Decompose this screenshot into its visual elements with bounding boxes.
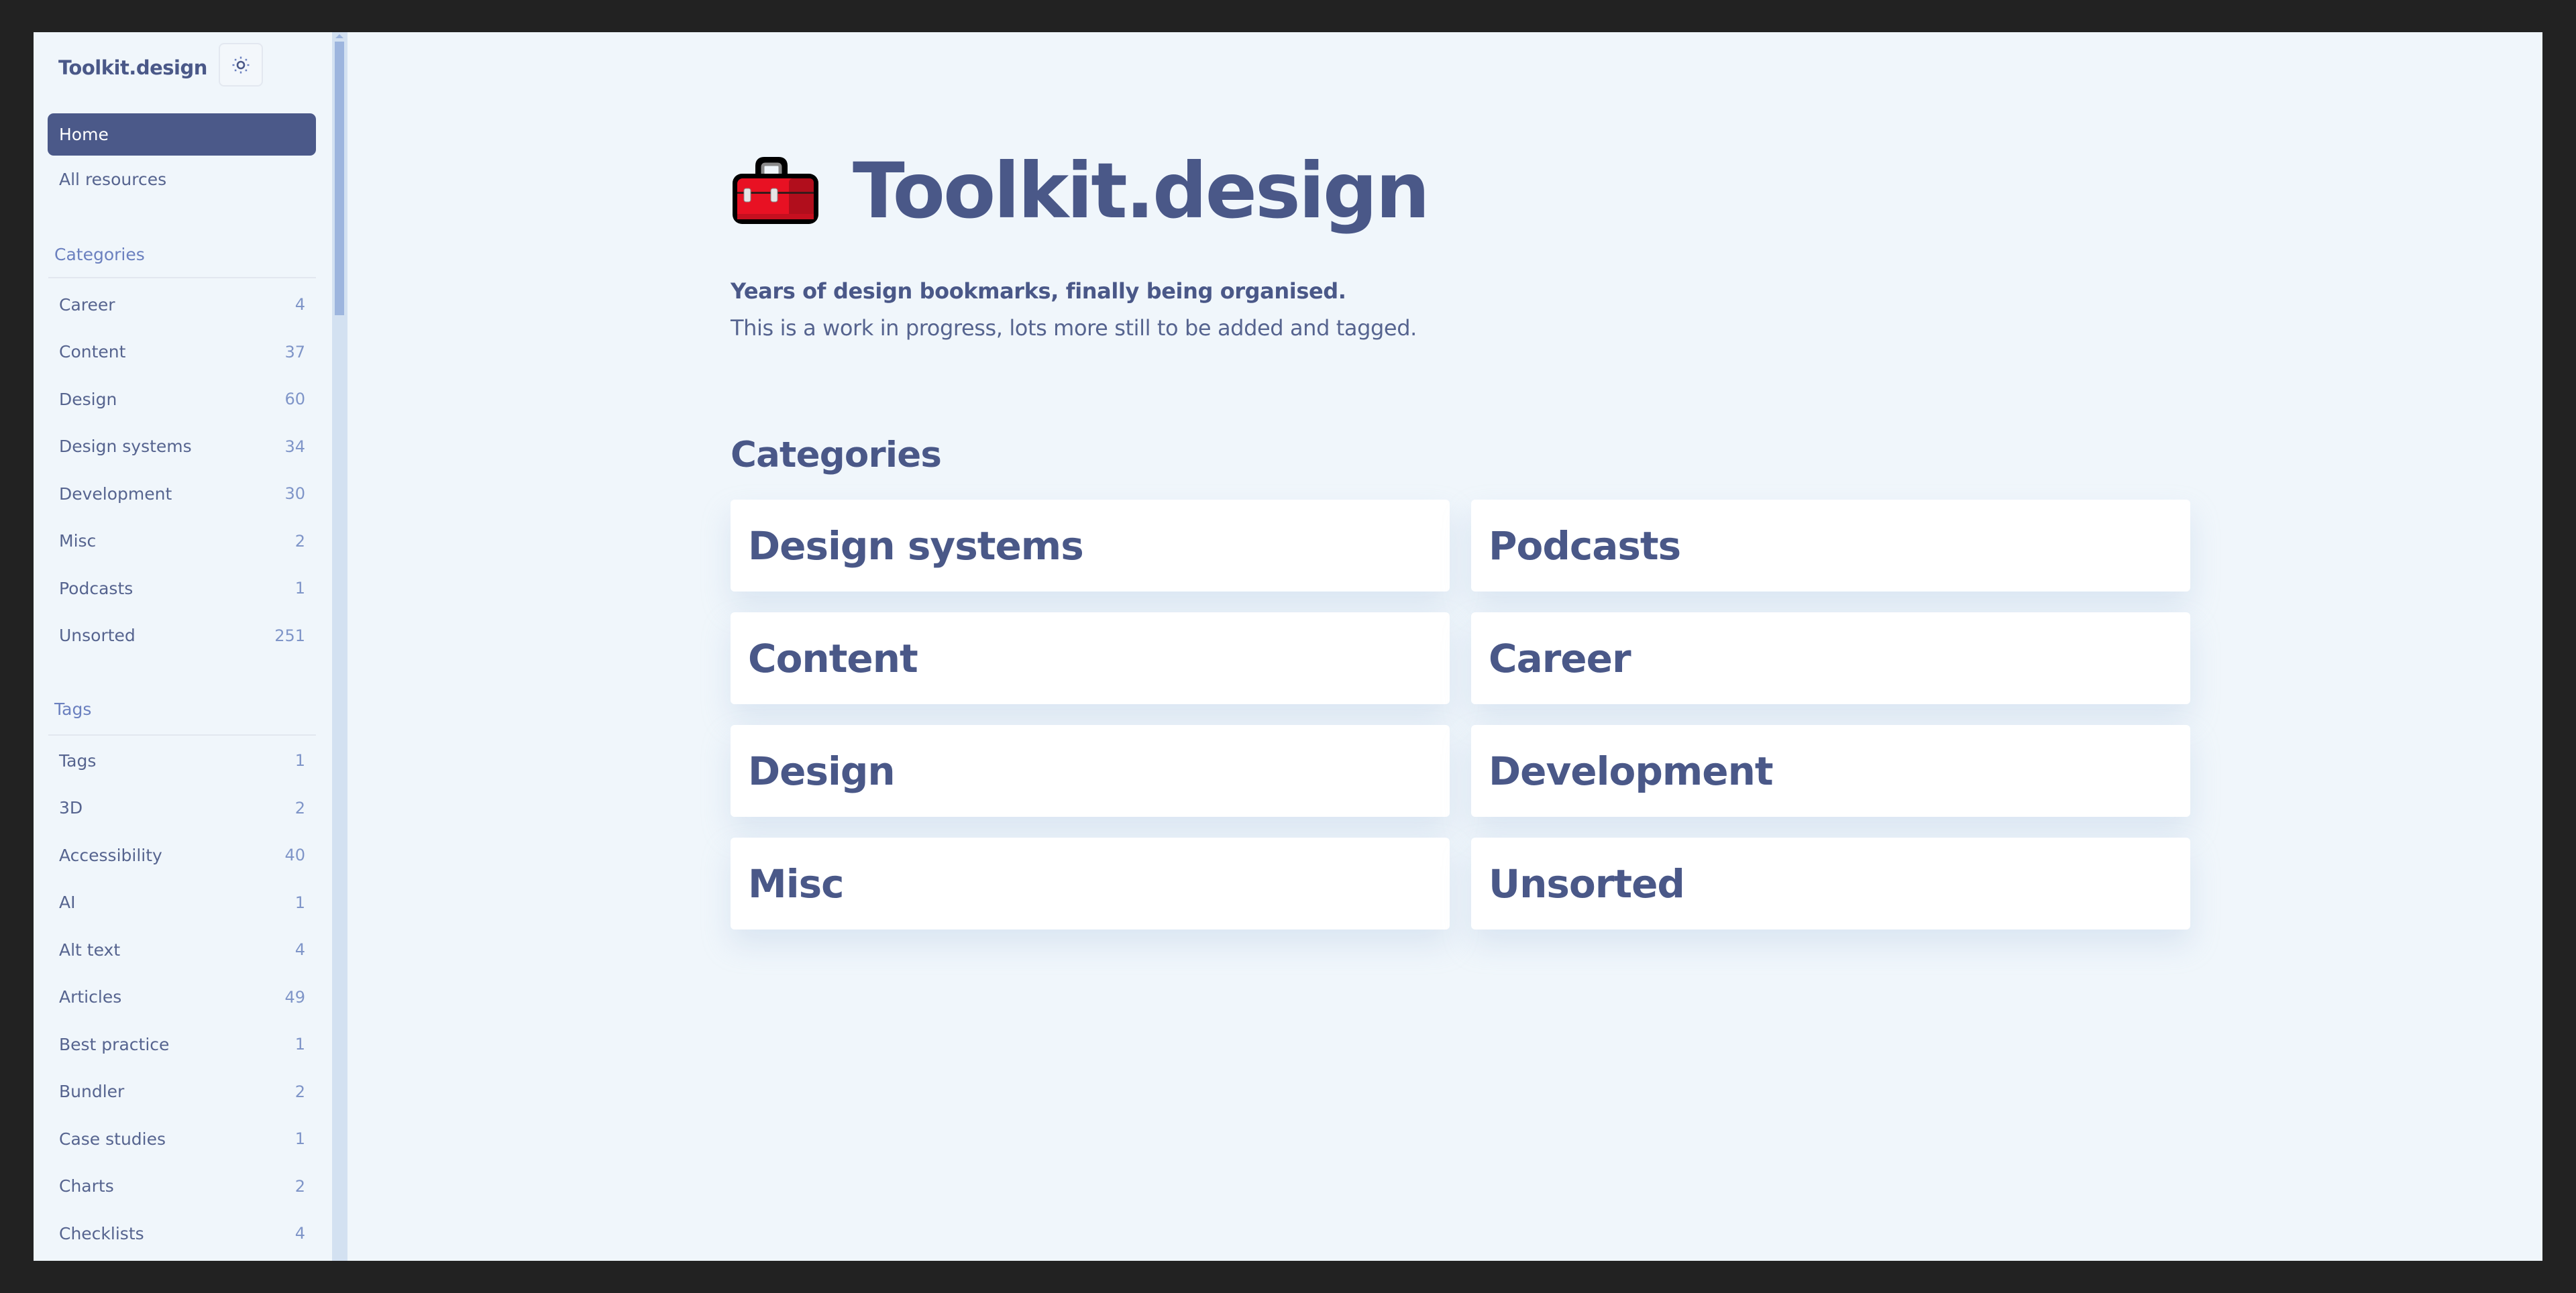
sidebar-category-item[interactable]: Content 37: [48, 329, 316, 376]
toolbox-icon: [733, 157, 818, 224]
sidebar-category-label: Podcasts: [59, 578, 133, 598]
category-list: Career 4 Content 37 Design 60 Design systems 34…: [48, 281, 316, 659]
category-card[interactable]: Podcasts: [1471, 500, 2190, 592]
sidebar-category-label: Design: [59, 389, 117, 409]
page-title: Toolkit.design: [853, 146, 1430, 235]
sidebar-tag-label: Tags: [59, 750, 97, 771]
sidebar-tag-label: Charts: [59, 1176, 114, 1196]
sidebar-category-label: Misc: [59, 531, 97, 551]
tag-list: Tags 1 3D 2 Accessibility 40 AI 1 Alt text 4 Artic…: [48, 737, 316, 1257]
nav-home[interactable]: Home: [48, 113, 316, 156]
sun-icon: [232, 56, 250, 73]
sidebar-tag-item[interactable]: Tags 1: [48, 737, 316, 785]
sidebar: Toolkit.design Home All resources Catego…: [34, 32, 332, 1261]
sidebar-tag-item[interactable]: Checklists 4: [48, 1210, 316, 1257]
sidebar-tag-count: 1: [294, 1035, 305, 1054]
sidebar-tag-item[interactable]: Accessibility 40: [48, 832, 316, 879]
sidebar-category-item[interactable]: Design 60: [48, 376, 316, 423]
section-divider: [48, 277, 316, 278]
sidebar-category-count: 37: [284, 342, 305, 361]
category-card-title: Content: [748, 635, 918, 681]
sidebar-category-item[interactable]: Unsorted 251: [48, 612, 316, 660]
category-card[interactable]: Content: [731, 612, 1450, 704]
category-card-title: Design: [748, 748, 896, 794]
category-card-grid: Design systems Podcasts Content Career Desig…: [731, 500, 2190, 930]
sidebar-tag-label: Alt text: [59, 940, 121, 960]
category-card[interactable]: Unsorted: [1471, 838, 2190, 930]
tagline: This is a work in progress, lots more st…: [731, 315, 1417, 341]
hero: Toolkit.design: [731, 146, 1430, 235]
sidebar-tag-item[interactable]: 3D 2: [48, 785, 316, 832]
sidebar-tag-count: 1: [294, 893, 305, 912]
sidebar-tag-label: Accessibility: [59, 845, 162, 865]
sidebar-category-label: Unsorted: [59, 626, 136, 646]
sidebar-tag-count: 2: [294, 798, 305, 818]
sidebar-category-label: Development: [59, 484, 172, 504]
sidebar-tag-label: AI: [59, 893, 76, 913]
category-card-title: Misc: [748, 860, 845, 907]
category-card-title: Development: [1489, 748, 1774, 794]
nav-all-resources[interactable]: All resources: [48, 160, 316, 200]
main-content: Toolkit.design Years of design bookmarks…: [347, 32, 2542, 1261]
sidebar-category-item[interactable]: Career 4: [48, 281, 316, 329]
sidebar-category-count: 251: [274, 626, 305, 645]
category-card[interactable]: Development: [1471, 725, 2190, 817]
sidebar-tag-count: 1: [294, 1129, 305, 1149]
sidebar-category-item[interactable]: Design systems 34: [48, 423, 316, 471]
sidebar-category-label: Design systems: [59, 437, 192, 457]
sidebar-category-count: 60: [284, 390, 305, 409]
sidebar-tag-count: 4: [294, 1224, 305, 1243]
sidebar-tag-item[interactable]: Case studies 1: [48, 1115, 316, 1163]
sidebar-tag-label: Checklists: [59, 1223, 144, 1243]
sidebar-category-count: 1: [294, 579, 305, 598]
sidebar-category-count: 30: [284, 484, 305, 504]
app-window: Toolkit.design Home All resources Catego…: [34, 32, 2542, 1261]
sidebar-tag-count: 49: [284, 987, 305, 1007]
category-card-title: Design systems: [748, 522, 1084, 569]
category-card[interactable]: Design systems: [731, 500, 1450, 592]
category-card[interactable]: Design: [731, 725, 1450, 817]
category-card[interactable]: Misc: [731, 838, 1450, 930]
sidebar-tag-item[interactable]: Alt text 4: [48, 926, 316, 974]
sidebar-category-item[interactable]: Misc 2: [48, 518, 316, 565]
sidebar-tag-count: 4: [294, 940, 305, 960]
sidebar-scrollbar[interactable]: [332, 32, 347, 1261]
sidebar-tag-item[interactable]: Best practice 1: [48, 1021, 316, 1068]
sidebar-category-count: 4: [294, 295, 305, 315]
sidebar-tag-count: 1: [294, 751, 305, 771]
scroll-up-arrow-icon[interactable]: [335, 34, 343, 38]
site-logo[interactable]: Toolkit.design: [58, 56, 207, 79]
sidebar-category-count: 2: [294, 531, 305, 551]
sidebar-tag-label: Case studies: [59, 1129, 166, 1149]
sidebar-tag-count: 40: [284, 846, 305, 865]
section-divider: [48, 734, 316, 736]
sidebar-tag-label: Best practice: [59, 1034, 170, 1054]
sidebar-category-item[interactable]: Podcasts 1: [48, 565, 316, 612]
tags-section-title: Tags: [54, 699, 92, 719]
sidebar-tag-item[interactable]: Articles 49: [48, 974, 316, 1021]
sidebar-tag-count: 2: [294, 1082, 305, 1101]
category-card-title: Podcasts: [1489, 522, 1681, 569]
theme-toggle-button[interactable]: [219, 43, 263, 87]
sidebar-tag-label: 3D: [59, 798, 83, 818]
categories-heading: Categories: [731, 435, 942, 475]
scrollbar-thumb[interactable]: [335, 42, 344, 315]
category-card[interactable]: Career: [1471, 612, 2190, 704]
sidebar-category-label: Content: [59, 342, 126, 362]
sidebar-tag-count: 2: [294, 1176, 305, 1196]
sidebar-tag-label: Articles: [59, 987, 122, 1007]
category-card-title: Unsorted: [1489, 860, 1685, 907]
categories-section-title: Categories: [54, 245, 145, 264]
sidebar-category-item[interactable]: Development 30: [48, 470, 316, 518]
sidebar-tag-item[interactable]: AI 1: [48, 879, 316, 927]
sidebar-category-label: Career: [59, 294, 115, 315]
sidebar-header: Toolkit.design: [34, 32, 332, 106]
category-card-title: Career: [1489, 635, 1631, 681]
tagline-strong: Years of design bookmarks, finally being…: [731, 278, 1346, 304]
sidebar-tag-item[interactable]: Charts 2: [48, 1163, 316, 1211]
sidebar-tag-label: Bundler: [59, 1082, 125, 1102]
sidebar-category-count: 34: [284, 437, 305, 456]
sidebar-tag-item[interactable]: Bundler 2: [48, 1068, 316, 1116]
